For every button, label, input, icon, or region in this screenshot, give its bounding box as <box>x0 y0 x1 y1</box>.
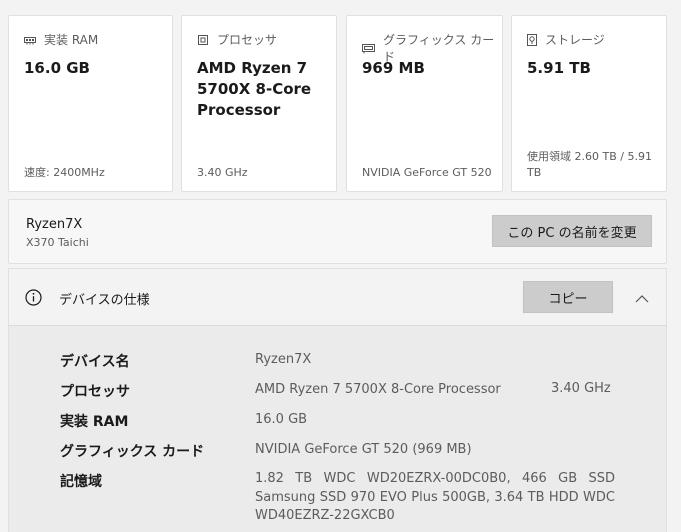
ram-icon <box>24 35 36 45</box>
processor-card-footer: 3.40 GHz <box>197 166 248 179</box>
graphics-card-footer: NVIDIA GeForce GT 520 <box>362 166 492 179</box>
device-spec-panel: デバイスの仕様 コピー デバイス名 Ryzen7X プロセッサ AMD Ryze… <box>8 268 667 532</box>
ram-card: 実装 RAM 16.0 GB 速度: 2400MHz <box>8 15 173 192</box>
chevron-up-icon[interactable] <box>635 289 649 308</box>
info-icon <box>25 289 42 310</box>
spec-value-graphics: NVIDIA GeForce GT 520 (969 MB) <box>255 442 472 457</box>
spec-label-storage: 記憶域 <box>60 474 102 490</box>
pc-name-panel: Ryzen7X X370 Taichi この PC の名前を変更 <box>8 199 667 264</box>
processor-icon <box>197 34 209 46</box>
pc-name: Ryzen7X <box>26 217 83 232</box>
processor-card-value: AMD Ryzen 7 5700X 8-Core Processor <box>197 59 312 119</box>
spec-label-graphics: グラフィックス カード <box>60 444 205 460</box>
ram-card-value: 16.0 GB <box>24 59 90 77</box>
ram-card-title: 実装 RAM <box>44 33 99 47</box>
spec-label-processor: プロセッサ <box>60 384 130 400</box>
storage-card-header: ストレージ <box>527 31 605 48</box>
storage-card: ストレージ 5.91 TB 使用領域 2.60 TB / 5.91 TB <box>511 15 667 192</box>
spec-value-ram: 16.0 GB <box>255 412 308 427</box>
graphics-card-icon <box>362 43 375 54</box>
pc-model: X370 Taichi <box>26 236 89 249</box>
ram-card-footer: 速度: 2400MHz <box>24 166 105 179</box>
spec-value-processor: AMD Ryzen 7 5700X 8-Core Processor <box>255 382 501 397</box>
graphics-card: グラフィックス カード 969 MB NVIDIA GeForce GT 520 <box>346 15 503 192</box>
spec-label-ram: 実装 RAM <box>60 414 129 430</box>
storage-icon <box>527 33 537 46</box>
processor-card-header: プロセッサ <box>197 31 277 48</box>
storage-card-value: 5.91 TB <box>527 59 591 77</box>
graphics-card-value: 969 MB <box>362 59 425 77</box>
spec-extra-processor-speed: 3.40 GHz <box>551 381 611 396</box>
storage-card-footer: 使用領域 2.60 TB / 5.91 TB <box>527 150 652 179</box>
spec-value-storage: 1.82 TB WDC WD20EZRX-00DC0B0, 466 GB SSD… <box>255 471 615 523</box>
processor-card: プロセッサ AMD Ryzen 7 5700X 8-Core Processor… <box>181 15 337 192</box>
spec-label-device-name: デバイス名 <box>60 354 130 370</box>
storage-card-title: ストレージ <box>545 33 605 47</box>
processor-card-title: プロセッサ <box>217 33 278 47</box>
spec-value-device-name: Ryzen7X <box>255 352 312 367</box>
device-spec-header[interactable]: デバイスの仕様 コピー <box>9 269 666 326</box>
ram-card-header: 実装 RAM <box>24 31 98 48</box>
copy-button[interactable]: コピー <box>523 281 613 313</box>
device-spec-title: デバイスの仕様 <box>59 293 150 308</box>
rename-pc-button[interactable]: この PC の名前を変更 <box>492 215 652 247</box>
